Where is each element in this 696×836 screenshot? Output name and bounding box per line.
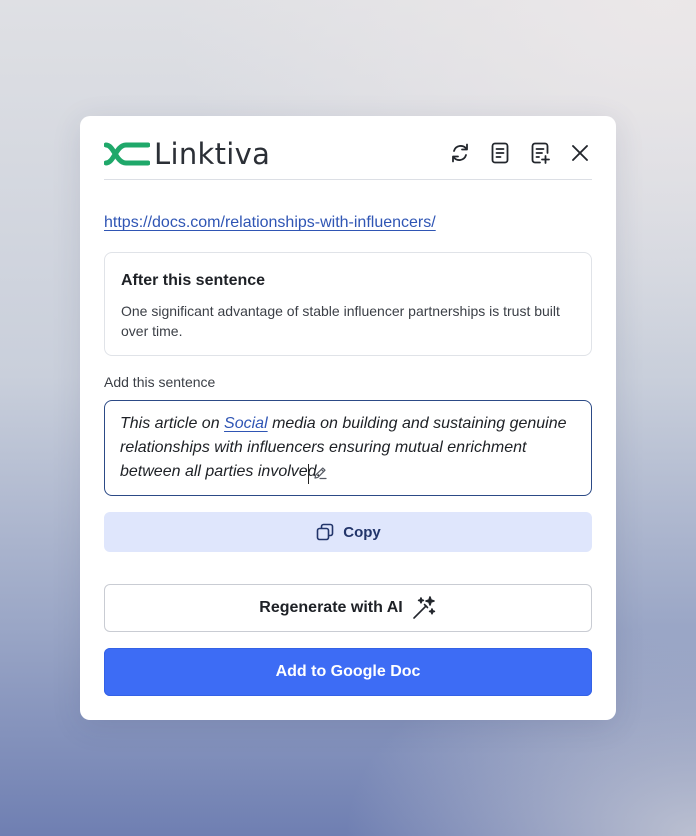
refresh-button[interactable] [445,138,475,168]
document-add-icon [531,142,550,164]
add-to-google-doc-button[interactable]: Add to Google Doc [104,648,592,696]
after-sentence-text: One significant advantage of stable infl… [121,303,560,339]
add-document-button[interactable] [525,138,555,168]
source-url-link[interactable]: https://docs.com/relationships-with-infl… [104,214,436,232]
copy-button[interactable]: Copy [104,512,592,552]
copy-label: Copy [343,523,381,541]
regenerate-button[interactable]: Regenerate with AI [104,584,592,632]
add-to-google-doc-label: Add to Google Doc [275,663,421,680]
close-button[interactable] [565,138,595,168]
add-sentence-label: Add this sentence [104,374,216,390]
brand-logo: Linktiva [104,138,270,170]
sentence-textarea[interactable]: This article on Social media on building… [104,400,592,496]
magic-wand-icon [412,596,435,619]
copy-icon [316,523,334,541]
after-sentence-title: After this sentence [121,272,266,289]
refresh-icon [452,143,468,163]
document-button[interactable] [485,138,515,168]
close-icon [572,145,588,161]
panel-header: Linktiva [104,136,592,180]
sentence-text: This article on Social media on building… [120,412,576,484]
linktiva-panel: Linktiva https://docs.com/relationships-… [80,116,616,720]
pencil-icon [314,467,327,480]
sentence-text-start: This article on [120,415,225,432]
text-caret [308,464,309,484]
document-icon [491,142,509,164]
after-sentence-card: After this sentence One significant adva… [104,252,592,356]
linktiva-logo-icon [104,142,150,166]
regenerate-label: Regenerate with AI [259,599,403,616]
sentence-link[interactable]: Social [224,415,268,432]
brand-name: Linktiva [154,137,271,171]
